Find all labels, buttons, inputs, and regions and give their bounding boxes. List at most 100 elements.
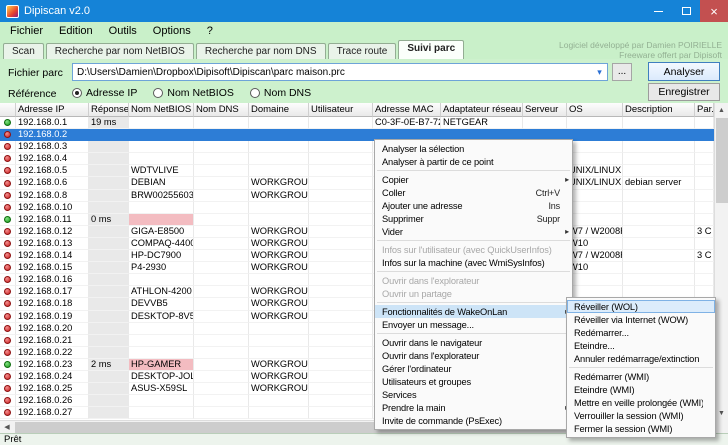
cell-user [309, 383, 373, 395]
context-menu-item-invite-de-commande-psexec[interactable]: Invite de commande (PsExec) [375, 414, 572, 427]
wol-submenu-item-red-marrer-wmi[interactable]: Redémarrer (WMI) [567, 370, 715, 383]
cell-status [0, 347, 16, 359]
cell-par [695, 153, 714, 165]
maximize-button[interactable] [672, 0, 700, 22]
menubar-item-outils[interactable]: Outils [101, 23, 145, 39]
cell-status [0, 117, 16, 129]
menubar-item-fichier[interactable]: Fichier [2, 23, 51, 39]
context-menu-separator [377, 302, 570, 303]
cell-response [89, 250, 129, 262]
table-row-192-168-0-3[interactable]: 192.168.0.3 [0, 141, 714, 153]
context-menu-item-analyser-partir-de-ce-point[interactable]: Analyser à partir de ce point [375, 155, 572, 168]
wol-submenu-item-r-veiller-via-internet-wow[interactable]: Réveiller via Internet (WOW) [567, 313, 715, 326]
table-row-192-168-0-10[interactable]: 192.168.0.10 [0, 202, 714, 214]
context-menu-item-ouvrir-dans-le-navigateur[interactable]: Ouvrir dans le navigateur [375, 336, 572, 349]
wol-submenu-item-fermer-la-session-wmi[interactable]: Fermer la session (WMI) [567, 422, 715, 435]
column-header-r-ponse[interactable]: Réponse [89, 103, 129, 117]
menubar-item-help[interactable]: ? [199, 23, 221, 39]
context-menu-item-fonctionnalit-s-de-wakeonlan[interactable]: Fonctionnalités de WakeOnLan▸ [375, 305, 572, 318]
wol-submenu-item-annuler-red-marrage-extinction[interactable]: Annuler redémarrage/extinction [567, 352, 715, 365]
column-header-adresse-mac[interactable]: Adresse MAC [373, 103, 441, 117]
wol-submenu-item-eteindre[interactable]: Eteindre... [567, 339, 715, 352]
table-row-192-168-0-5[interactable]: 192.168.0.5WDTVLIVEUNIX/LINUX [0, 165, 714, 177]
context-menu-item-ouvrir-un-partage[interactable]: Ouvrir un partage [375, 287, 572, 300]
tab-suivi-parc[interactable]: Suivi parc [398, 40, 464, 59]
column-header-status[interactable] [0, 103, 16, 117]
table-row-192-168-0-14[interactable]: 192.168.0.14HP-DC7900WORKGROUPW7 / W2008… [0, 250, 714, 262]
cell-user [309, 262, 373, 274]
column-header-adresse-ip[interactable]: Adresse IP [16, 103, 89, 117]
menubar-item-edition[interactable]: Edition [51, 23, 101, 39]
vertical-scrollbar[interactable]: ▲ ▼ [714, 103, 728, 420]
column-header-adaptateur-r-seau[interactable]: Adaptateur réseau [441, 103, 523, 117]
minimize-button[interactable] [644, 0, 672, 22]
table-row-192-168-0-11[interactable]: 192.168.0.110 ms [0, 214, 714, 226]
context-menu-item-infos-sur-la-machine-avec-wmisysinfos[interactable]: Infos sur la machine (avec WmiSysInfos) [375, 256, 572, 269]
tab-recherche-par-nom-dns[interactable]: Recherche par nom DNS [196, 43, 326, 59]
context-menu-item-analyser-la-s-lection[interactable]: Analyser la sélection [375, 142, 572, 155]
analyser-button[interactable]: Analyser [648, 62, 720, 81]
wol-submenu-item-verrouiller-la-session-wmi[interactable]: Verrouiller la session (WMI) [567, 409, 715, 422]
wol-submenu-item-r-veiller-wol[interactable]: Réveiller (WOL) [567, 300, 715, 313]
table-row-192-168-0-15[interactable]: 192.168.0.15P4-2930WORKGROUPW10 [0, 262, 714, 274]
context-menu-item-prendre-la-main[interactable]: Prendre la main▸ [375, 401, 572, 414]
tab-recherche-par-nom-netbios[interactable]: Recherche par nom NetBIOS [46, 43, 194, 59]
wol-submenu-item-mettre-en-veille-prolong-e-wmi[interactable]: Mettre en veille prolongée (WMI) [567, 396, 715, 409]
table-row-192-168-0-2[interactable]: 192.168.0.2 [0, 129, 714, 141]
context-menu-item-ouvrir-dans-l-explorateur[interactable]: Ouvrir dans l'explorateur [375, 274, 572, 287]
context-menu-item-envoyer-un-message[interactable]: Envoyer un message... [375, 318, 572, 331]
context-menu-item-ajouter-une-adresse[interactable]: Ajouter une adresseIns [375, 199, 572, 212]
column-header-serveur[interactable]: Serveur [523, 103, 567, 117]
table-row-192-168-0-1[interactable]: 192.168.0.119 msC0-3F-0E-B7-72-BCNETGEAR [0, 117, 714, 129]
context-menu-item-services[interactable]: Services [375, 388, 572, 401]
table-row-192-168-0-16[interactable]: 192.168.0.16 [0, 274, 714, 286]
column-header-os[interactable]: OS [567, 103, 623, 117]
context-menu-item-infos-sur-l-utilisateur-avec-quickuserinfos[interactable]: Infos sur l'utilisateur (avec QuickUserI… [375, 243, 572, 256]
menu-item-label: Verrouiller la session (WMI) [574, 411, 703, 421]
cell-netbios [129, 395, 194, 407]
column-header-utilisateur[interactable]: Utilisateur [309, 103, 373, 117]
cell-netbios: DESKTOP-JOL... [129, 371, 194, 383]
cell-description [623, 129, 695, 141]
table-row-192-168-0-13[interactable]: 192.168.0.13COMPAQ-4400WORKGROUPW10 [0, 238, 714, 250]
parc-file-combobox[interactable]: D:\Users\Damien\Dropbox\Dipisoft\Dipisca… [72, 63, 608, 81]
context-menu-item-g-rer-l-ordinateur[interactable]: Gérer l'ordinateur [375, 362, 572, 375]
column-header-nom-dns[interactable]: Nom DNS [194, 103, 249, 117]
context-menu-item-coller[interactable]: CollerCtrl+V [375, 186, 572, 199]
radio-nom-netbios[interactable]: Nom NetBIOS [153, 87, 234, 99]
cell-netbios [129, 347, 194, 359]
close-button[interactable]: × [700, 0, 728, 22]
table-row-192-168-0-8[interactable]: 192.168.0.8BRW00255603...WORKGROUP [0, 190, 714, 202]
cell-netbios: BRW00255603... [129, 190, 194, 202]
table-row-192-168-0-6[interactable]: 192.168.0.6DEBIANWORKGROUPUNIX/LINUXdebi… [0, 177, 714, 189]
column-header-nom-netbios[interactable]: Nom NetBIOS [129, 103, 194, 117]
combo-dropdown-icon[interactable]: ▾ [592, 67, 607, 78]
file-parc-label: Fichier parc [8, 67, 63, 79]
tab-trace-route[interactable]: Trace route [328, 43, 397, 59]
table-row-192-168-0-12[interactable]: 192.168.0.12GIGA-E8500WORKGROUPW7 / W200… [0, 226, 714, 238]
context-menu-item-vider[interactable]: Vider▸ [375, 225, 572, 238]
scroll-left-icon[interactable]: ◀ [0, 421, 14, 433]
column-header-par[interactable]: Par... [695, 103, 714, 117]
context-menu-item-utilisateurs-et-groupes[interactable]: Utilisateurs et groupes [375, 375, 572, 388]
radio-nom-dns[interactable]: Nom DNS [250, 87, 311, 99]
tab-scan[interactable]: Scan [3, 43, 44, 59]
table-row-192-168-0-4[interactable]: 192.168.0.4 [0, 153, 714, 165]
column-header-description[interactable]: Description [623, 103, 695, 117]
scroll-up-icon[interactable]: ▲ [715, 103, 728, 117]
context-menu-item-copier[interactable]: Copier▸ [375, 173, 572, 186]
column-header-domaine[interactable]: Domaine [249, 103, 309, 117]
scroll-down-icon[interactable]: ▼ [715, 406, 728, 420]
submenu-arrow-icon: ▸ [565, 227, 569, 236]
wol-submenu-item-eteindre-wmi[interactable]: Eteindre (WMI) [567, 383, 715, 396]
wol-submenu-item-red-marrer[interactable]: Redémarrer... [567, 326, 715, 339]
radio-adresse-ip[interactable]: Adresse IP [72, 87, 137, 99]
browse-button[interactable]: ... [612, 63, 632, 81]
enregistrer-button[interactable]: Enregistrer [648, 83, 720, 101]
vertical-scroll-thumb[interactable] [716, 118, 728, 203]
context-menu-item-supprimer[interactable]: SupprimerSuppr [375, 212, 572, 225]
cell-par [695, 129, 714, 141]
cell-domain [249, 165, 309, 177]
context-menu-item-ouvrir-dans-l-explorateur[interactable]: Ouvrir dans l'explorateur [375, 349, 572, 362]
menubar-item-options[interactable]: Options [145, 23, 199, 39]
